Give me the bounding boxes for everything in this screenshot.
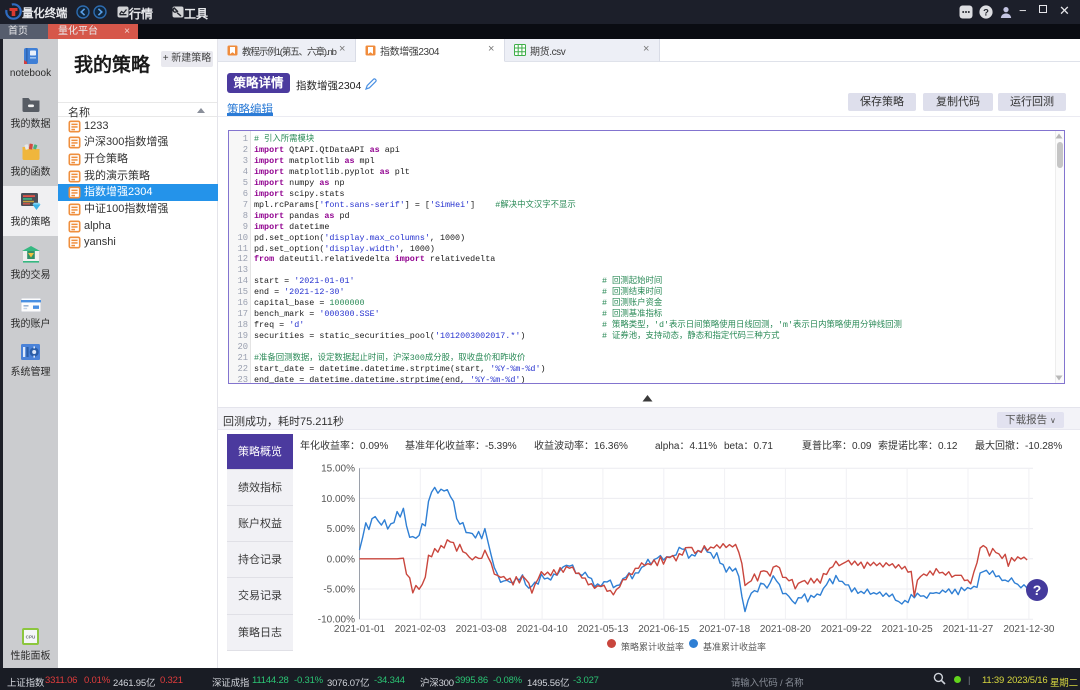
svg-text:2021-06-15: 2021-06-15	[638, 624, 690, 635]
svg-text:-5.00%: -5.00%	[323, 585, 355, 596]
svg-text:2021-02-03: 2021-02-03	[395, 624, 447, 635]
svg-text:2021-01-01: 2021-01-01	[334, 624, 386, 635]
svg-text:2021-07-18: 2021-07-18	[699, 624, 751, 635]
svg-text:2021-08-20: 2021-08-20	[760, 624, 812, 635]
svg-text:2021-11-27: 2021-11-27	[943, 624, 994, 635]
svg-text:2021-09-22: 2021-09-22	[821, 624, 873, 635]
svg-text:CPU: CPU	[26, 635, 36, 640]
svg-text:15.00%: 15.00%	[321, 464, 355, 475]
svg-text:2021-04-10: 2021-04-10	[517, 624, 569, 635]
svg-text:0.00%: 0.00%	[327, 554, 355, 565]
svg-text:10.00%: 10.00%	[321, 494, 355, 505]
svg-text:?: ?	[983, 7, 989, 18]
svg-text:5.00%: 5.00%	[327, 524, 355, 535]
svg-text:2021-12-30: 2021-12-30	[1003, 624, 1055, 635]
svg-text:2021-05-13: 2021-05-13	[577, 624, 629, 635]
svg-text:2021-03-08: 2021-03-08	[456, 624, 508, 635]
svg-text:2021-10-25: 2021-10-25	[882, 624, 934, 635]
